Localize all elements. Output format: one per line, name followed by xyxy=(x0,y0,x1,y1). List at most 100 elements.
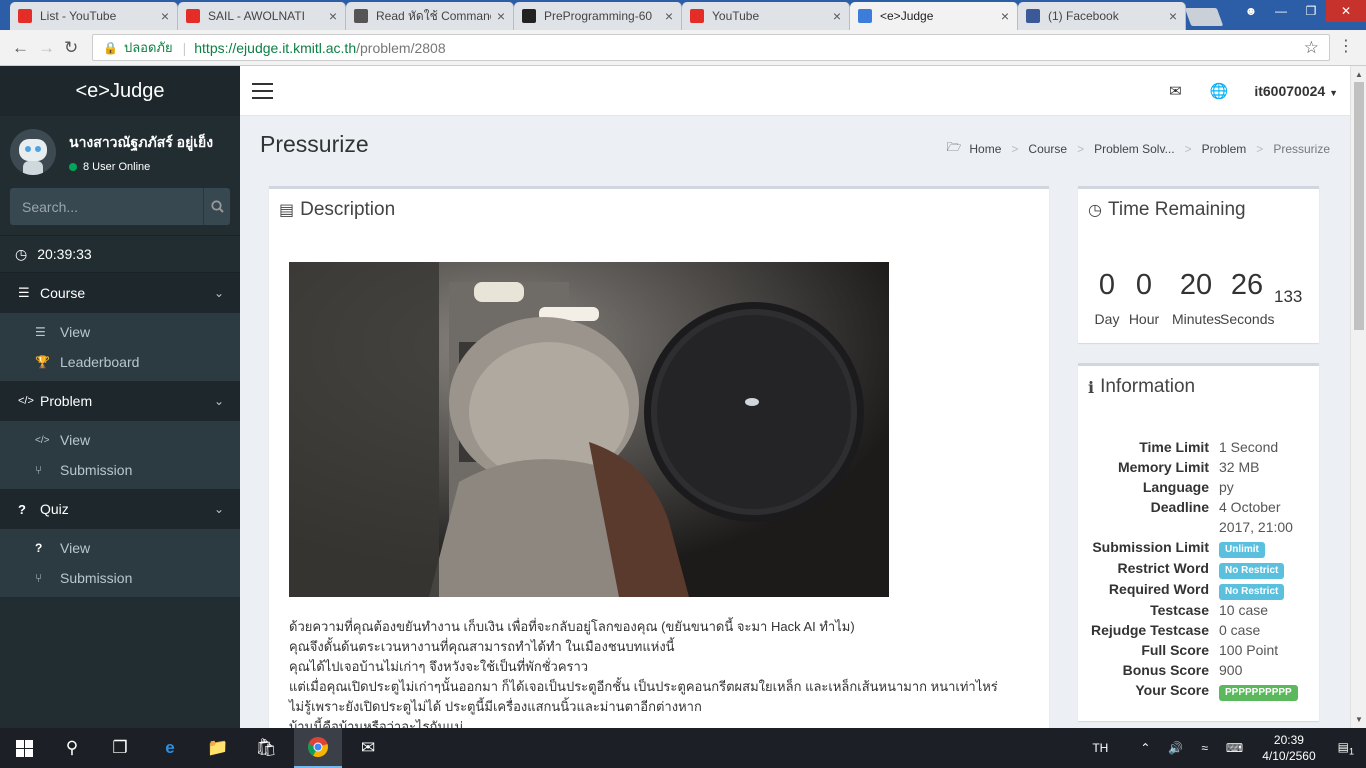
start-button[interactable] xyxy=(0,728,48,768)
info-value: 32 MB xyxy=(1219,459,1260,475)
scroll-up-icon[interactable]: ▲ xyxy=(1355,70,1363,79)
trophy-icon: 🏆 xyxy=(35,355,50,369)
back-button[interactable]: ← xyxy=(12,38,29,58)
online-dot-icon xyxy=(69,162,77,171)
scrollbar-thumb[interactable] xyxy=(1354,82,1364,330)
info-row: Restrict Word No Restrict xyxy=(1078,558,1318,579)
bookmark-star-icon[interactable]: ☆ xyxy=(1304,38,1319,58)
description-box: ▤ Description ด้วยความที่คุณต้องขยันทำงา… xyxy=(269,186,1049,728)
page-scrollbar[interactable]: ▲ ▼ xyxy=(1350,66,1366,728)
browser-tab[interactable]: (1) Facebook × xyxy=(1018,2,1186,30)
tab-close-icon[interactable]: × xyxy=(329,8,337,24)
menu-toggle-icon[interactable] xyxy=(252,83,273,104)
search-button[interactable] xyxy=(203,188,230,225)
username-label: it60070024 xyxy=(1254,83,1326,99)
sidebar-item-problem-submission[interactable]: ⑂ Submission xyxy=(0,455,240,485)
browser-tab[interactable]: SAIL - AWOLNATI × xyxy=(178,2,346,30)
clock-time: 20:39:33 xyxy=(37,246,92,262)
sidebar-item-label: View xyxy=(60,324,91,340)
info-value: 4 October 2017, 21:00 xyxy=(1219,499,1293,535)
notification-icon[interactable]: ▤1 xyxy=(1326,740,1366,756)
breadcrumb-course[interactable]: Course xyxy=(1028,142,1067,156)
sidebar-section-problem[interactable]: </> Problem ⌄ xyxy=(0,381,240,421)
tray-chevron-icon[interactable]: ⌃ xyxy=(1131,741,1159,755)
tab-close-icon[interactable]: × xyxy=(1001,8,1009,24)
sidebar-item-quiz-submission[interactable]: ⑂ Submission xyxy=(0,563,240,593)
sidebar-item-quiz-view[interactable]: ? View xyxy=(0,533,240,563)
edge-icon[interactable]: e xyxy=(146,728,194,768)
browser-tab[interactable]: PreProgramming-60 × xyxy=(514,2,682,30)
browser-menu-icon[interactable]: ⋮ xyxy=(1338,36,1354,56)
profile-icon[interactable]: ☻ xyxy=(1236,0,1266,22)
tab-close-icon[interactable]: × xyxy=(665,8,673,24)
breadcrumb: 🗁 Home > Course > Problem Solv... > Problem… xyxy=(946,138,1334,159)
sidebar-item-course-view[interactable]: ☰ View xyxy=(0,317,240,347)
globe-icon[interactable]: 🌐 xyxy=(1196,82,1243,100)
sidebar-item-label: Submission xyxy=(60,462,133,478)
info-key: Time Limit xyxy=(1139,439,1209,455)
tab-close-icon[interactable]: × xyxy=(1169,8,1177,24)
info-value: PPPPPPPPPP xyxy=(1219,680,1314,701)
chrome-icon[interactable] xyxy=(294,728,342,768)
sidebar-section-quiz[interactable]: ? Quiz ⌄ xyxy=(0,489,240,529)
keyboard-icon[interactable]: ⌨ xyxy=(1217,741,1252,755)
user-dropdown[interactable]: it60070024 ▼ xyxy=(1242,83,1350,99)
main-content: Pressurize 🗁 Home > Course > Problem Solv.… xyxy=(240,116,1350,728)
sidebar-item-course-leaderboard[interactable]: 🏆 Leaderboard xyxy=(0,347,240,377)
browser-tab[interactable]: YouTube × xyxy=(682,2,850,30)
breadcrumb-problem-solving[interactable]: Problem Solv... xyxy=(1094,142,1174,156)
task-view-icon[interactable]: ❐ xyxy=(96,728,144,768)
brand-logo[interactable]: <e>Judge xyxy=(0,66,240,116)
new-tab-button[interactable] xyxy=(1184,8,1224,26)
breadcrumb-home[interactable]: Home xyxy=(969,142,1001,156)
volume-icon[interactable]: 🔊 xyxy=(1159,741,1192,755)
search-input[interactable] xyxy=(10,188,203,225)
sidebar-section-course[interactable]: ☰ Course ⌄ xyxy=(0,273,240,313)
browser-tab[interactable]: Read หัดใช้ Command × xyxy=(346,2,514,30)
countdown-seconds-label: Seconds xyxy=(1220,311,1275,327)
info-row: Deadline 4 October 2017, 21:00 xyxy=(1078,497,1318,537)
omnibox-separator: | xyxy=(182,39,187,56)
sidebar-item-label: Submission xyxy=(60,570,133,586)
store-icon[interactable]: 🛍 xyxy=(242,728,290,768)
info-key: Full Score xyxy=(1141,642,1209,658)
info-key: Bonus Score xyxy=(1122,662,1209,678)
file-explorer-icon[interactable]: 📁 xyxy=(194,728,242,768)
list-icon: ☰ xyxy=(35,325,46,339)
info-row: Submission Limit Unlimit xyxy=(1078,537,1318,558)
tab-close-icon[interactable]: × xyxy=(161,8,169,24)
tab-label: <e>Judge xyxy=(880,9,934,23)
minimize-button[interactable]: — xyxy=(1266,0,1296,22)
url-input[interactable]: 🔒 ปลอดภัย | https://ejudge.it.kmitl.ac.t… xyxy=(92,34,1330,61)
info-row: Full Score 100 Point xyxy=(1078,640,1318,660)
tab-close-icon[interactable]: × xyxy=(497,8,505,24)
browser-tabstrip: List - YouTube × SAIL - AWOLNATI × Read หัดใ… xyxy=(0,0,1366,30)
sidebar-item-problem-view[interactable]: </> View xyxy=(0,425,240,455)
sidebar-clock: ◷ 20:39:33 xyxy=(0,235,240,273)
input-language[interactable]: TH xyxy=(1083,741,1117,755)
wifi-icon[interactable]: ≈ xyxy=(1192,741,1217,755)
reload-button[interactable]: ↻ xyxy=(64,38,78,58)
scroll-down-icon[interactable]: ▼ xyxy=(1355,715,1363,724)
maximize-button[interactable]: ❐ xyxy=(1296,0,1326,22)
code-icon: </> xyxy=(18,395,34,407)
taskbar-clock[interactable]: 20:39 4/10/2560 xyxy=(1252,732,1325,764)
countdown-hour: 0 xyxy=(1135,269,1153,301)
breadcrumb-current: Pressurize xyxy=(1273,141,1330,156)
close-window-button[interactable]: ✕ xyxy=(1326,0,1366,22)
browser-tab[interactable]: <e>Judge × xyxy=(850,2,1018,30)
tab-close-icon[interactable]: × xyxy=(833,8,841,24)
countdown-minutes-label: Minutes xyxy=(1172,311,1222,327)
mail-icon[interactable]: ✉ xyxy=(1155,82,1196,100)
sidebar-submenu: ? View ⑂ Submission xyxy=(0,529,240,597)
browser-tab[interactable]: List - YouTube × xyxy=(10,2,178,30)
breadcrumb-problem[interactable]: Problem xyxy=(1202,142,1247,156)
branch-icon: ⑂ xyxy=(35,463,43,477)
search-taskbar-icon[interactable]: ⚲ xyxy=(48,728,96,768)
taskbar-time: 20:39 xyxy=(1273,733,1304,747)
tab-label: List - YouTube xyxy=(40,9,117,23)
mail-app-icon[interactable]: ✉ xyxy=(344,728,392,768)
info-value: Unlimit xyxy=(1219,537,1314,558)
forward-button[interactable]: → xyxy=(38,38,55,58)
online-count: 8 User Online xyxy=(83,160,151,173)
